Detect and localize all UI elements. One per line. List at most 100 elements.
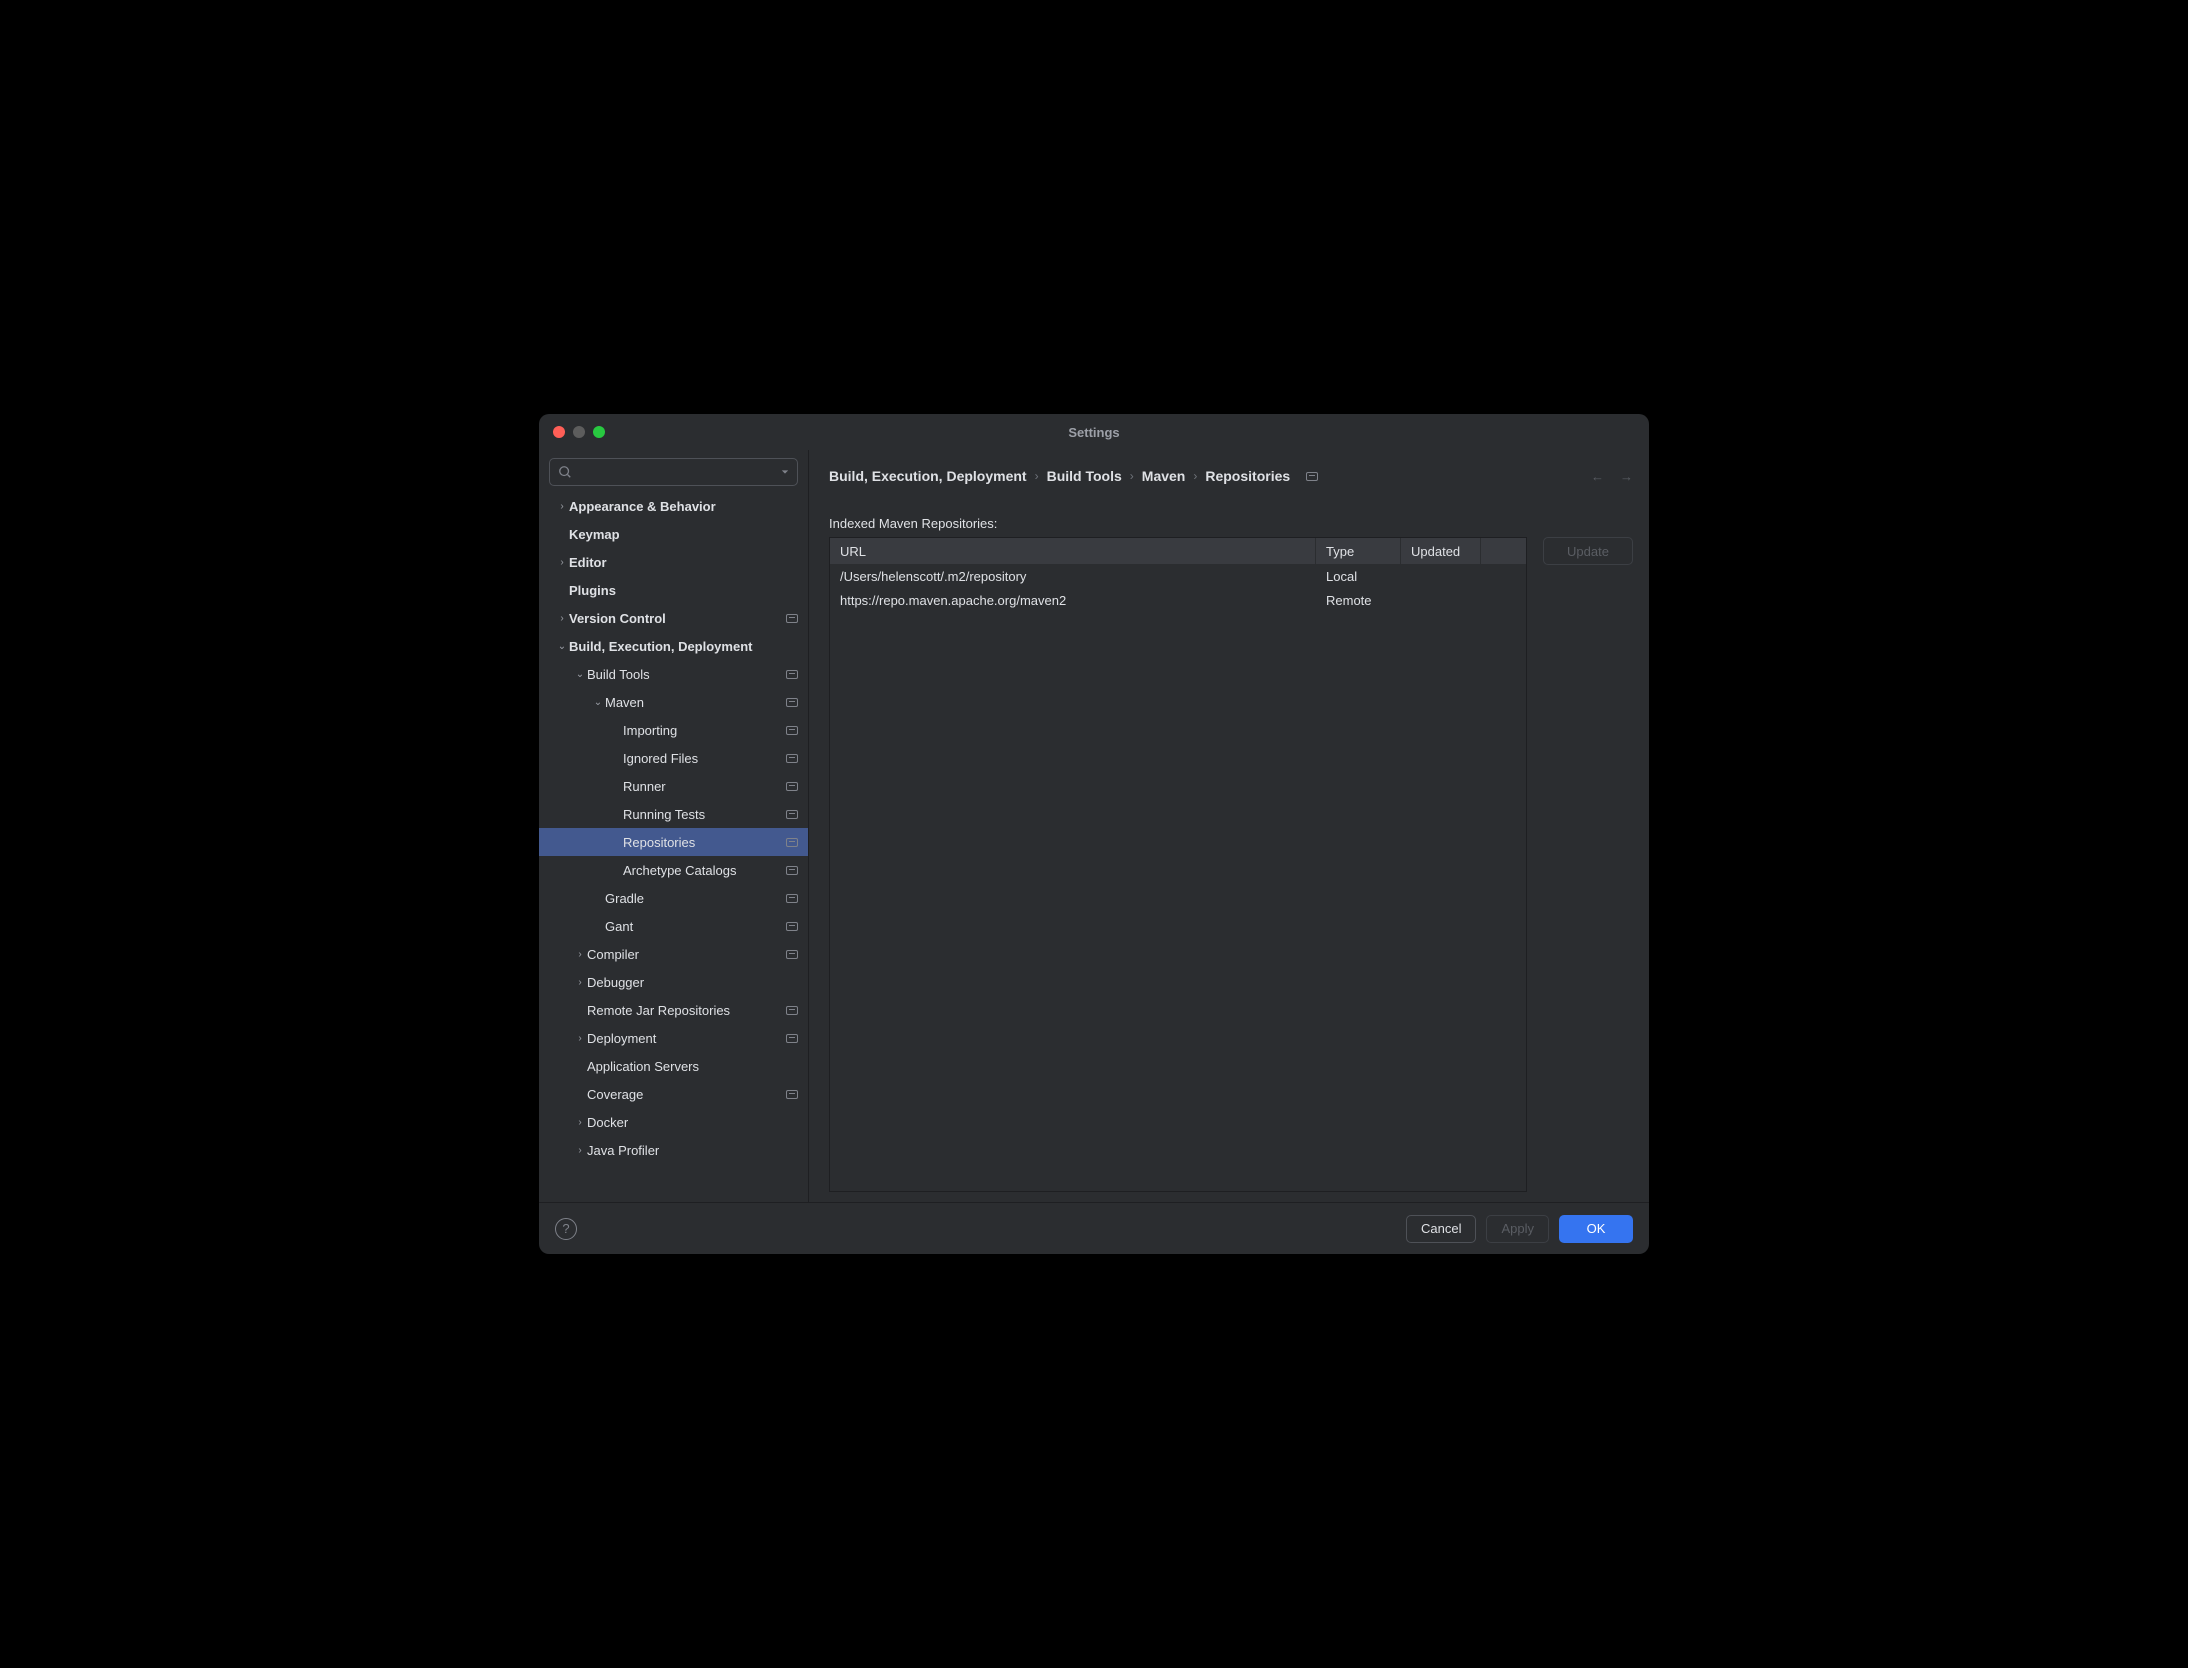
- project-badge-icon: [1306, 472, 1318, 481]
- sidebar-item-label: Editor: [569, 555, 798, 570]
- apply-button[interactable]: Apply: [1486, 1215, 1549, 1243]
- maximize-window-button[interactable]: [593, 426, 605, 438]
- search-input[interactable]: [576, 465, 781, 480]
- traffic-lights: [553, 426, 605, 438]
- chevron-right-icon[interactable]: ›: [573, 977, 587, 988]
- ok-button[interactable]: OK: [1559, 1215, 1633, 1243]
- breadcrumb-item[interactable]: Maven: [1142, 468, 1186, 484]
- sidebar-item[interactable]: ›Appearance & Behavior: [539, 492, 808, 520]
- sidebar-item[interactable]: Ignored Files: [539, 744, 808, 772]
- nav-back-icon[interactable]: ←: [1591, 469, 1604, 484]
- breadcrumb-sep: ›: [1193, 469, 1197, 483]
- project-badge-icon: [786, 894, 798, 903]
- sidebar-item-label: Maven: [605, 695, 786, 710]
- project-badge-icon: [786, 726, 798, 735]
- repositories-table: URL Type Updated /Users/helenscott/.m2/r…: [829, 537, 1527, 1192]
- project-badge-icon: [786, 1006, 798, 1015]
- cell-extra: [1481, 564, 1526, 588]
- project-badge-icon: [786, 866, 798, 875]
- sidebar-item[interactable]: ⌄Build Tools: [539, 660, 808, 688]
- settings-window: Settings ›Appearance & BehaviorKeymap›Ed…: [539, 414, 1649, 1254]
- sidebar-item[interactable]: ›Java Profiler: [539, 1136, 808, 1164]
- col-header-extra: [1481, 538, 1526, 564]
- cell-updated: [1401, 564, 1481, 588]
- sidebar-item-label: Compiler: [587, 947, 786, 962]
- breadcrumb-item[interactable]: Build Tools: [1047, 468, 1122, 484]
- project-badge-icon: [786, 950, 798, 959]
- settings-search[interactable]: [549, 458, 798, 486]
- sidebar-item-label: Keymap: [569, 527, 798, 542]
- sidebar-item[interactable]: Coverage: [539, 1080, 808, 1108]
- help-icon[interactable]: ?: [555, 1218, 577, 1240]
- sidebar-item-label: Docker: [587, 1115, 798, 1130]
- chevron-right-icon[interactable]: ›: [555, 557, 569, 568]
- chevron-right-icon[interactable]: ›: [573, 1117, 587, 1128]
- sidebar-item-label: Runner: [623, 779, 786, 794]
- sidebar-item[interactable]: ⌄Maven: [539, 688, 808, 716]
- sidebar-item[interactable]: Repositories: [539, 828, 808, 856]
- sidebar-item-label: Build Tools: [587, 667, 786, 682]
- chevron-right-icon[interactable]: ›: [555, 501, 569, 512]
- chevron-down-icon[interactable]: ⌄: [591, 697, 605, 708]
- project-badge-icon: [786, 1034, 798, 1043]
- sidebar-item[interactable]: Importing: [539, 716, 808, 744]
- sidebar-item-label: Version Control: [569, 611, 786, 626]
- sidebar-item-label: Running Tests: [623, 807, 786, 822]
- col-header-updated[interactable]: Updated: [1401, 538, 1481, 564]
- sidebar-item[interactable]: ›Debugger: [539, 968, 808, 996]
- col-header-url[interactable]: URL: [830, 538, 1316, 564]
- close-window-button[interactable]: [553, 426, 565, 438]
- update-button[interactable]: Update: [1543, 537, 1633, 565]
- breadcrumb-item[interactable]: Build, Execution, Deployment: [829, 468, 1027, 484]
- sidebar-item[interactable]: ⌄Build, Execution, Deployment: [539, 632, 808, 660]
- chevron-down-icon[interactable]: ⌄: [555, 641, 569, 652]
- breadcrumb-item: Repositories: [1205, 468, 1290, 484]
- project-badge-icon: [786, 670, 798, 679]
- chevron-right-icon[interactable]: ›: [573, 1033, 587, 1044]
- search-icon: [558, 465, 572, 479]
- project-badge-icon: [786, 782, 798, 791]
- table-row[interactable]: https://repo.maven.apache.org/maven2Remo…: [830, 588, 1526, 612]
- table-header: URL Type Updated: [830, 538, 1526, 564]
- project-badge-icon: [786, 810, 798, 819]
- window-title: Settings: [1068, 425, 1119, 440]
- sidebar-item[interactable]: Archetype Catalogs: [539, 856, 808, 884]
- chevron-down-icon[interactable]: ⌄: [573, 669, 587, 680]
- sidebar-item-label: Importing: [623, 723, 786, 738]
- col-header-type[interactable]: Type: [1316, 538, 1401, 564]
- project-badge-icon: [786, 614, 798, 623]
- breadcrumb-sep: ›: [1035, 469, 1039, 483]
- project-badge-icon: [786, 754, 798, 763]
- sidebar-item[interactable]: Application Servers: [539, 1052, 808, 1080]
- sidebar-item[interactable]: ›Docker: [539, 1108, 808, 1136]
- chevron-right-icon[interactable]: ›: [573, 949, 587, 960]
- table-body: /Users/helenscott/.m2/repositoryLocalhtt…: [830, 564, 1526, 1191]
- table-row[interactable]: /Users/helenscott/.m2/repositoryLocal: [830, 564, 1526, 588]
- project-badge-icon: [786, 1090, 798, 1099]
- chevron-right-icon[interactable]: ›: [555, 613, 569, 624]
- sidebar-item[interactable]: Remote Jar Repositories: [539, 996, 808, 1024]
- sidebar-item[interactable]: Plugins: [539, 576, 808, 604]
- sidebar-item-label: Build, Execution, Deployment: [569, 639, 798, 654]
- sidebar-item[interactable]: ›Compiler: [539, 940, 808, 968]
- sidebar-item[interactable]: ›Editor: [539, 548, 808, 576]
- sidebar-item-label: Ignored Files: [623, 751, 786, 766]
- sidebar-item-label: Application Servers: [587, 1059, 798, 1074]
- nav-forward-icon[interactable]: →: [1620, 469, 1633, 484]
- sidebar-item[interactable]: Running Tests: [539, 800, 808, 828]
- sidebar-item-label: Archetype Catalogs: [623, 863, 786, 878]
- minimize-window-button[interactable]: [573, 426, 585, 438]
- cell-extra: [1481, 588, 1526, 612]
- sidebar-item-label: Appearance & Behavior: [569, 499, 798, 514]
- sidebar-item[interactable]: Keymap: [539, 520, 808, 548]
- cell-url: /Users/helenscott/.m2/repository: [830, 564, 1316, 588]
- sidebar-item-label: Coverage: [587, 1087, 786, 1102]
- sidebar-item[interactable]: Gant: [539, 912, 808, 940]
- sidebar-item[interactable]: ›Deployment: [539, 1024, 808, 1052]
- sidebar-item[interactable]: ›Version Control: [539, 604, 808, 632]
- sidebar-item[interactable]: Runner: [539, 772, 808, 800]
- sidebar-item-label: Plugins: [569, 583, 798, 598]
- cancel-button[interactable]: Cancel: [1406, 1215, 1476, 1243]
- sidebar-item[interactable]: Gradle: [539, 884, 808, 912]
- chevron-right-icon[interactable]: ›: [573, 1145, 587, 1156]
